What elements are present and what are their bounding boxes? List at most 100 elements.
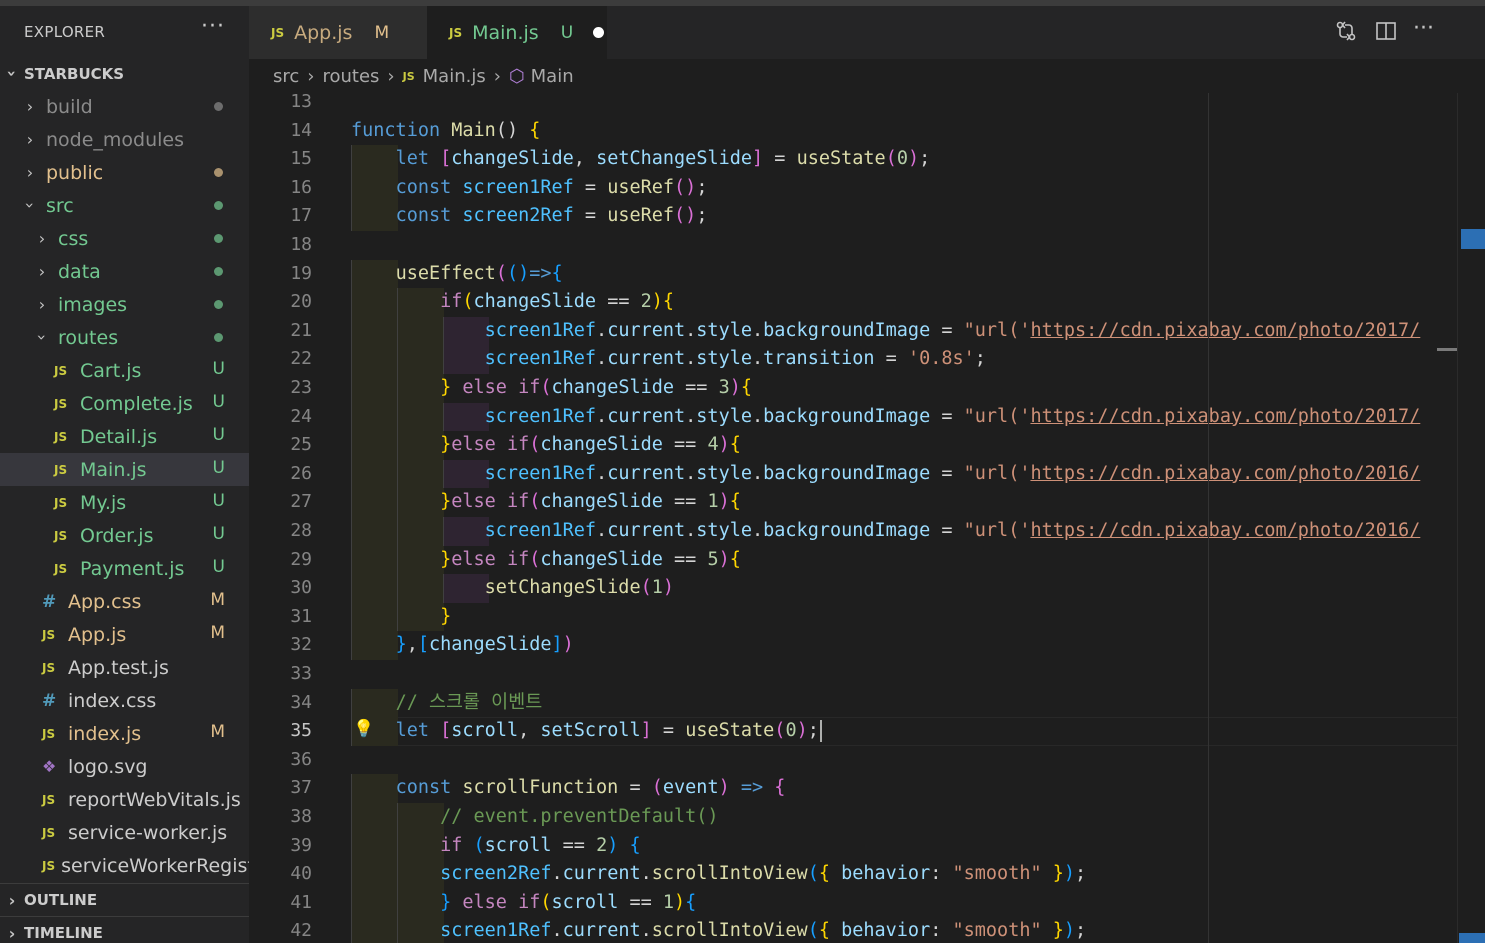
split-editor-icon[interactable] [1375,20,1397,47]
code-text: function Main() { [351,117,540,146]
code-line[interactable]: 40 screen2Ref.current.scrollIntoView({ b… [249,860,1485,889]
code-line[interactable]: 39 if (scroll == 2) { [249,832,1485,861]
tree-item-label: serviceWorkerRegist... [61,854,249,877]
code-line[interactable]: 33 [249,660,1485,689]
code-line[interactable]: 18 [249,231,1485,260]
file-item[interactable]: JS App.js M [0,618,249,651]
code-line[interactable]: 17 const screen2Ref = useRef(); [249,202,1485,231]
js-file-icon: JS [54,363,68,378]
code-token: { [774,777,786,799]
workspace-root[interactable]: › STARBUCKS [0,57,249,90]
file-item[interactable]: JS serviceWorkerRegist... [0,849,249,882]
code-line[interactable]: 41 } else if(scroll == 1){ [249,889,1485,918]
code-line[interactable]: 30 setChangeSlide(1) [249,574,1485,603]
code-text: } else if(scroll == 1){ [351,889,696,918]
file-item[interactable]: JS Cart.js U [0,354,249,387]
outline-section[interactable]: › OUTLINE [0,883,249,916]
code-line[interactable]: 13 [249,93,1485,117]
more-actions-icon[interactable]: ··· [1413,16,1434,41]
file-item[interactable]: JS index.js M [0,717,249,750]
tab-main-js[interactable]: JS Main.js U [427,6,607,59]
code-line[interactable]: 25 }else if(changeSlide == 4){ [249,431,1485,460]
line-number: 40 [290,863,312,885]
folder-item[interactable]: › build [0,90,249,123]
code-line[interactable]: 14 function Main() { [249,117,1485,146]
file-item[interactable]: JS App.test.js [0,651,249,684]
code-token: . [752,462,764,484]
file-item[interactable]: JS Detail.js U [0,420,249,453]
file-item[interactable]: # App.css M [0,585,249,618]
code-line[interactable]: 34 // 스크롤 이벤트 [249,689,1485,718]
code-line[interactable]: 20 if(changeSlide == 2){ [249,288,1485,317]
tree-item-label: service-worker.js [68,821,228,844]
code-line[interactable]: 19 useEffect(()=>{ [249,260,1485,289]
code-token: useRef [607,176,675,198]
overview-ruler[interactable] [1457,93,1485,943]
breadcrumb-symbol[interactable]: Main [531,66,574,87]
code-line[interactable]: 28 screen1Ref.current.style.backgroundIm… [249,517,1485,546]
file-item[interactable]: JS service-worker.js [0,816,249,849]
tab-app-js[interactable]: JS App.js M [249,6,427,59]
code-token: current [607,462,686,484]
code-token: = [763,148,797,170]
svg-file-icon: ❖ [42,757,57,776]
file-item[interactable]: JS reportWebVitals.js [0,783,249,816]
file-item[interactable]: JS My.js U [0,486,249,519]
scrollbar-thumb[interactable] [1437,348,1457,351]
file-item[interactable]: # index.css [0,684,249,717]
chevron-right-icon: › [38,295,46,314]
code-token: } [395,634,407,656]
breadcrumb-file[interactable]: Main.js [423,66,486,87]
folder-item[interactable]: › data [0,255,249,288]
tree-item-label: src [46,194,74,217]
folder-item[interactable]: › node_modules [0,123,249,156]
folder-item[interactable]: › css [0,222,249,255]
code-line[interactable]: 42 screen1Ref.current.scrollIntoView({ b… [249,917,1485,943]
code-line[interactable]: 31 } [249,603,1485,632]
file-item[interactable]: JS Order.js U [0,519,249,552]
code-token: useRef [607,205,675,227]
code-line[interactable]: 21 screen1Ref.current.style.backgroundIm… [249,317,1485,346]
code-line[interactable]: 22 screen1Ref.current.style.transition =… [249,345,1485,374]
code-line[interactable]: 23 } else if(changeSlide == 3){ [249,374,1485,403]
code-token: current [607,319,686,341]
code-token: = [930,462,964,484]
code-line[interactable]: 29 }else if(changeSlide == 5){ [249,546,1485,575]
file-item[interactable]: JS Payment.js U [0,552,249,585]
chevron-right-icon: › [38,229,46,248]
compare-changes-icon[interactable] [1335,20,1357,47]
code-line[interactable]: 16 const screen1Ref = useRef(); [249,174,1485,203]
folder-item[interactable]: › images [0,288,249,321]
code-editor[interactable]: 13 14 function Main() {15 let [changeSlide… [249,93,1485,943]
tab-label: Main.js [472,21,539,44]
code-token: behavior [841,920,931,942]
code-line[interactable]: 36 [249,746,1485,775]
code-line[interactable]: 38 // event.preventDefault() [249,803,1485,832]
file-item[interactable]: JS Main.js U [0,453,249,486]
folder-item[interactable]: › routes [0,321,249,354]
code-line[interactable]: 15 let [changeSlide, setChangeSlide] = u… [249,145,1485,174]
unsaved-dot-icon[interactable] [593,27,605,38]
code-line[interactable]: 35 💡 let [scroll, setScroll] = useState(0… [249,717,1485,746]
code-line[interactable]: 37 const scrollFunction = (event) => { [249,774,1485,803]
breadcrumb-item[interactable]: routes [322,66,379,87]
tree-item-label: node_modules [46,128,185,151]
breadcrumb-item[interactable]: src [273,66,299,87]
code-line[interactable]: 27 }else if(changeSlide == 1){ [249,488,1485,517]
code-line[interactable]: 26 screen1Ref.current.style.backgroundIm… [249,460,1485,489]
timeline-section[interactable]: › TIMELINE [0,916,249,943]
code-token: . [596,520,608,541]
file-item[interactable]: ❖ logo.svg [0,750,249,783]
folder-item[interactable]: › src [0,189,249,222]
file-item[interactable]: JS Complete.js U [0,387,249,420]
explorer-sidebar: EXPLORER ··· › STARBUCKS › build › node_mod… [0,6,249,943]
code-token: [ [440,720,452,742]
code-line[interactable]: 24 screen1Ref.current.style.backgroundIm… [249,403,1485,432]
folder-item[interactable]: › public [0,156,249,189]
code-line[interactable]: 32 },[changeSlide]) [249,631,1485,660]
more-actions-icon[interactable]: ··· [201,14,225,39]
